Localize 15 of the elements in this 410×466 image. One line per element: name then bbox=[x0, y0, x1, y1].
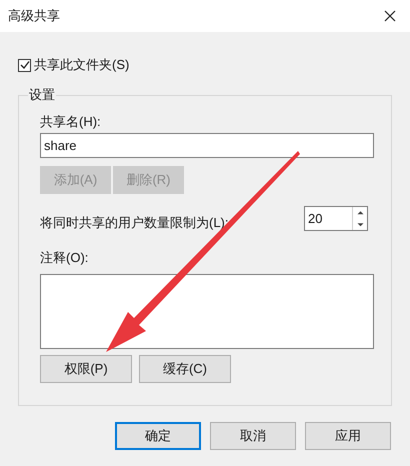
window-title: 高级共享 bbox=[8, 7, 60, 26]
close-button[interactable] bbox=[382, 8, 398, 24]
field-label: 注释(O): bbox=[40, 250, 90, 266]
action-button[interactable]: 权限(P) bbox=[40, 355, 132, 383]
comment-field[interactable] bbox=[40, 274, 374, 349]
dialog-button[interactable]: 确定 bbox=[115, 422, 201, 450]
field-label: 共享名(H): bbox=[40, 114, 102, 130]
folder-checkbox[interactable]: 共享此文件夹(S) bbox=[18, 57, 130, 73]
share-name-field[interactable]: share bbox=[40, 133, 374, 158]
action-button[interactable]: 缓存(C) bbox=[139, 355, 231, 383]
user-limit-spinner[interactable]: 20 bbox=[304, 206, 368, 231]
dialog-button[interactable]: 取消 bbox=[210, 422, 296, 450]
spinner-value: 20 bbox=[307, 210, 324, 228]
checkbox[interactable] bbox=[18, 58, 31, 72]
dialog-button[interactable]: 应用 bbox=[305, 422, 391, 450]
